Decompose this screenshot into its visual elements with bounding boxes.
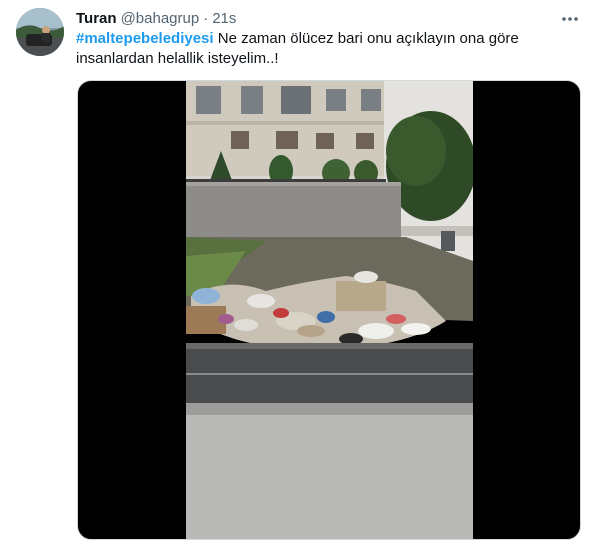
avatar[interactable] [16,8,64,56]
author-name[interactable]: Turan [76,10,117,27]
video-player[interactable] [77,80,581,540]
video-frame [186,81,473,539]
tweet-card[interactable]: Turan @bahagrup · 21s #maltepebelediyesi Ne… [0,0,598,540]
avatar-image [16,8,64,56]
author-handle[interactable]: @bahagrup [121,10,200,27]
hashtag-link[interactable]: #maltepebelediyesi [76,30,214,47]
more-options-button[interactable] [558,8,582,30]
tweet-header: Turan @bahagrup · 21s [76,9,236,29]
video-thumbnail [186,81,473,539]
tweet-text: #maltepebelediyesi Ne zaman ölücez bari … [76,29,576,69]
separator-dot: · [203,10,209,27]
tweet-time[interactable]: 21s [212,10,236,27]
more-horizontal-icon [562,17,578,21]
